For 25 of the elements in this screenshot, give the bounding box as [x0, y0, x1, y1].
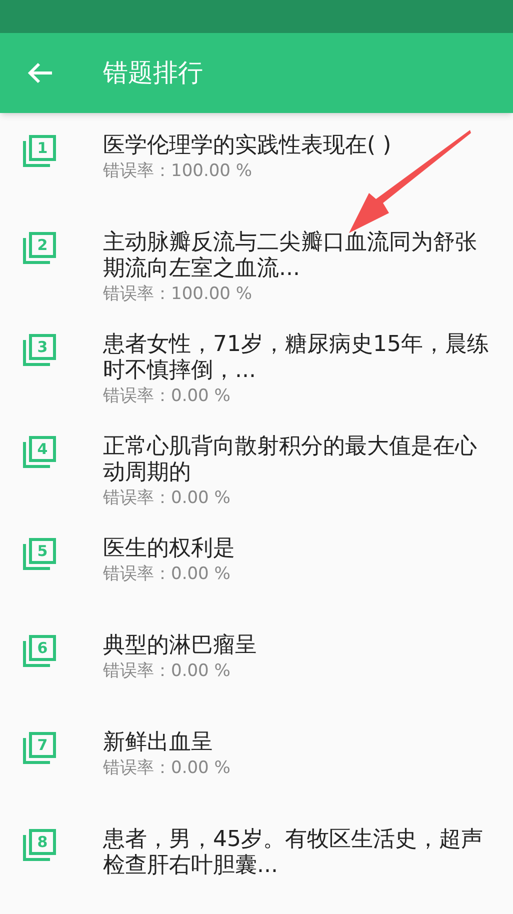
error-rate: 错误率：0.00 % — [103, 487, 232, 510]
error-rate: 错误率：100.00 % — [103, 283, 254, 306]
list-item[interactable]: 8 患者，男，45岁。有牧区生活史，超声检查肝右叶胆囊... — [0, 807, 513, 904]
question-text: 主动脉瓣反流与二尖瓣口血流同为舒张期流向左室之血流... — [103, 230, 478, 282]
question-text: 典型的淋巴瘤呈 — [103, 633, 258, 659]
question-text: 正常心肌背向散射积分的最大值是在心动周期的 — [103, 434, 478, 486]
list-item[interactable]: 6 典型的淋巴瘤呈 错误率：0.00 % — [0, 613, 513, 710]
list-item[interactable]: 3 患者女性，71岁，糖尿病史15年，晨练时不慎摔倒，... 错误率：0.00 % — [0, 312, 513, 414]
back-arrow-icon — [27, 62, 53, 84]
list-item[interactable]: 2 主动脉瓣反流与二尖瓣口血流同为舒张期流向左室之血流... 错误率：100.00 % — [0, 210, 513, 312]
question-text: 患者女性，71岁，糖尿病史15年，晨练时不慎摔倒，... — [103, 332, 490, 384]
question-text: 新鲜出血呈 — [103, 730, 214, 756]
list-item[interactable]: 5 医生的权利是 错误率：0.00 % — [0, 516, 513, 613]
error-rate: 错误率：0.00 % — [103, 385, 232, 408]
error-rate: 错误率：0.00 % — [103, 757, 232, 780]
list-item[interactable]: 4 正常心肌背向散射积分的最大值是在心动周期的 错误率：0.00 % — [0, 414, 513, 516]
page-title: 错题排行 — [103, 57, 203, 90]
error-rate: 错误率：100.00 % — [103, 160, 254, 183]
question-text: 患者，男，45岁。有牧区生活史，超声检查肝右叶胆囊... — [103, 827, 484, 879]
list-item[interactable]: 1 医学伦理学的实践性表现在( ) 错误率：100.00 % — [0, 113, 513, 210]
error-rate: 错误率：0.00 % — [103, 563, 232, 586]
list-item[interactable]: 7 新鲜出血呈 错误率：0.00 % — [0, 710, 513, 807]
question-text: 医生的权利是 — [103, 536, 236, 562]
question-text: 医学伦理学的实践性表现在( ) — [103, 133, 392, 159]
error-rate: 错误率：0.00 % — [103, 660, 232, 683]
